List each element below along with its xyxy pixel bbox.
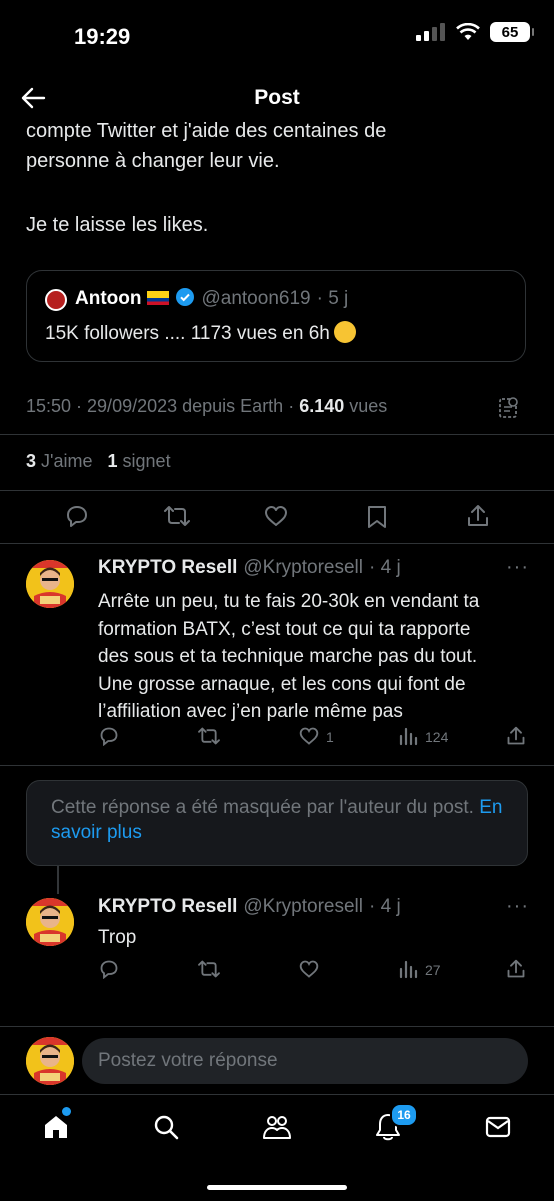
status-time: 19:29 <box>74 24 131 49</box>
notifications-badge: 16 <box>390 1103 418 1127</box>
likes-label[interactable]: J'aime <box>41 451 92 471</box>
likes-count[interactable]: 3 <box>26 451 36 471</box>
tweet-meta: 15:50 · 29/09/2023 depuis Earth · 6.140 … <box>26 396 387 417</box>
composer-avatar <box>26 1037 74 1085</box>
divider <box>0 434 554 435</box>
reply-text: Trop <box>98 924 528 952</box>
reply-author-name[interactable]: KRYPTO Resell <box>98 896 237 917</box>
signal-icon <box>416 23 445 41</box>
reply-time: · 4 j <box>369 896 401 917</box>
reply-text-line: Une grosse arnaque, et les cons qui font… <box>98 673 466 695</box>
reply-icon[interactable] <box>64 504 90 528</box>
bookmarks-count[interactable]: 1 <box>108 451 118 471</box>
verified-badge-icon <box>176 287 195 306</box>
reply-text-line: Arrête un peu, tu te fais 20-30k en vend… <box>98 591 480 612</box>
reply-text-line: l’affiliation avec j’en parle même pas <box>98 701 403 722</box>
reply-text-line: des sous et ta technique marche pas du t… <box>98 646 478 667</box>
repost-icon[interactable] <box>197 959 221 979</box>
quoted-avatar <box>45 289 67 311</box>
reply-view-count: 27 <box>425 962 441 978</box>
avatar[interactable] <box>26 560 74 608</box>
share-icon[interactable] <box>506 725 526 747</box>
tweet-text-line: personne à changer leur vie. <box>26 150 280 172</box>
like-icon[interactable] <box>263 504 289 528</box>
bookmark-icon[interactable] <box>366 504 388 530</box>
post-analytics-icon[interactable] <box>496 396 520 420</box>
reply-composer-input[interactable]: Postez votre réponse <box>82 1038 528 1084</box>
page-title: Post <box>254 86 300 109</box>
reply-header: KRYPTO Resell @Kryptoresell · 4 j <box>98 557 401 579</box>
avatar[interactable] <box>26 898 74 946</box>
quoted-author: Antoon @antoon619 · 5 j <box>75 287 349 310</box>
tweet-text-line: Je te laisse les likes. <box>26 214 209 236</box>
view-count: 6.140 <box>299 396 345 416</box>
reply-author-name[interactable]: KRYPTO Resell <box>98 557 237 578</box>
colombia-flag-icon <box>147 290 170 305</box>
quoted-text-content: 15K followers .... 1173 vues en 6h <box>45 323 330 345</box>
reply-time: · 4 j <box>369 557 401 578</box>
nerd-face-icon <box>333 321 356 343</box>
reply-text-line: formation BATX, c’est tout ce qui ta rap… <box>98 618 471 640</box>
reply-icon[interactable] <box>98 959 120 979</box>
share-icon[interactable] <box>506 958 526 980</box>
repost-icon[interactable] <box>163 504 191 528</box>
quoted-text: 15K followers .... 1173 vues en 6h <box>45 321 356 345</box>
reply-like-count: 1 <box>326 729 334 745</box>
quoted-handle: @antoon619 <box>201 288 311 309</box>
bottom-tab-bar: 16 <box>0 1094 554 1201</box>
status-icons: 65 <box>416 22 534 42</box>
reply-text-line: Trop <box>98 927 137 948</box>
views-icon[interactable] <box>398 726 418 746</box>
reply-view-count: 124 <box>425 729 449 745</box>
tweet-timestamp: 15:50 · 29/09/2023 depuis Earth · <box>26 396 295 416</box>
reply-text: Arrête un peu, tu te fais 20-30k en vend… <box>98 588 528 726</box>
communities-icon[interactable] <box>262 1112 292 1142</box>
home-icon[interactable] <box>42 1113 70 1141</box>
reply-handle[interactable]: @Kryptoresell <box>243 896 363 917</box>
divider <box>0 490 554 491</box>
messages-icon[interactable] <box>484 1114 512 1140</box>
share-icon[interactable] <box>466 503 490 529</box>
quoted-time: · 5 j <box>316 288 349 309</box>
hidden-reply-notice: Cette réponse a été masquée par l'auteur… <box>26 780 528 866</box>
divider <box>0 1026 554 1027</box>
views-icon[interactable] <box>398 959 418 979</box>
search-icon[interactable] <box>152 1113 180 1141</box>
more-options-icon[interactable]: ··· <box>506 556 529 579</box>
avatar-illustration <box>26 898 74 946</box>
avatar-illustration <box>26 1037 74 1085</box>
home-unread-dot <box>62 1107 71 1116</box>
like-icon[interactable] <box>298 959 320 979</box>
like-icon[interactable] <box>298 726 320 746</box>
avatar-illustration <box>26 560 74 608</box>
quoted-tweet[interactable]: Antoon @antoon619 · 5 j 15K followers ....… <box>26 270 526 362</box>
hidden-reply-message: Cette réponse a été masquée par l'auteur… <box>51 797 474 818</box>
battery-indicator: 65 <box>490 22 534 42</box>
reply-handle[interactable]: @Kryptoresell <box>243 557 363 578</box>
bookmarks-label[interactable]: signet <box>123 451 171 471</box>
divider <box>0 543 554 544</box>
divider <box>0 765 554 766</box>
reply-icon[interactable] <box>98 726 120 746</box>
engagement-counts: 3 J'aime 1 signet <box>26 451 171 472</box>
tweet-text-line: compte Twitter et j'aide des centaines d… <box>26 120 387 142</box>
more-options-icon[interactable]: ··· <box>506 895 529 918</box>
thread-connector <box>57 866 59 894</box>
reply-header: KRYPTO Resell @Kryptoresell · 4 j <box>98 896 401 918</box>
home-indicator <box>207 1185 347 1190</box>
wifi-icon <box>456 23 480 40</box>
repost-icon[interactable] <box>197 726 221 746</box>
hidden-reply-text: Cette réponse a été masquée par l'auteur… <box>51 795 511 845</box>
view-label: vues <box>349 396 388 416</box>
quoted-author-name: Antoon <box>75 288 142 309</box>
